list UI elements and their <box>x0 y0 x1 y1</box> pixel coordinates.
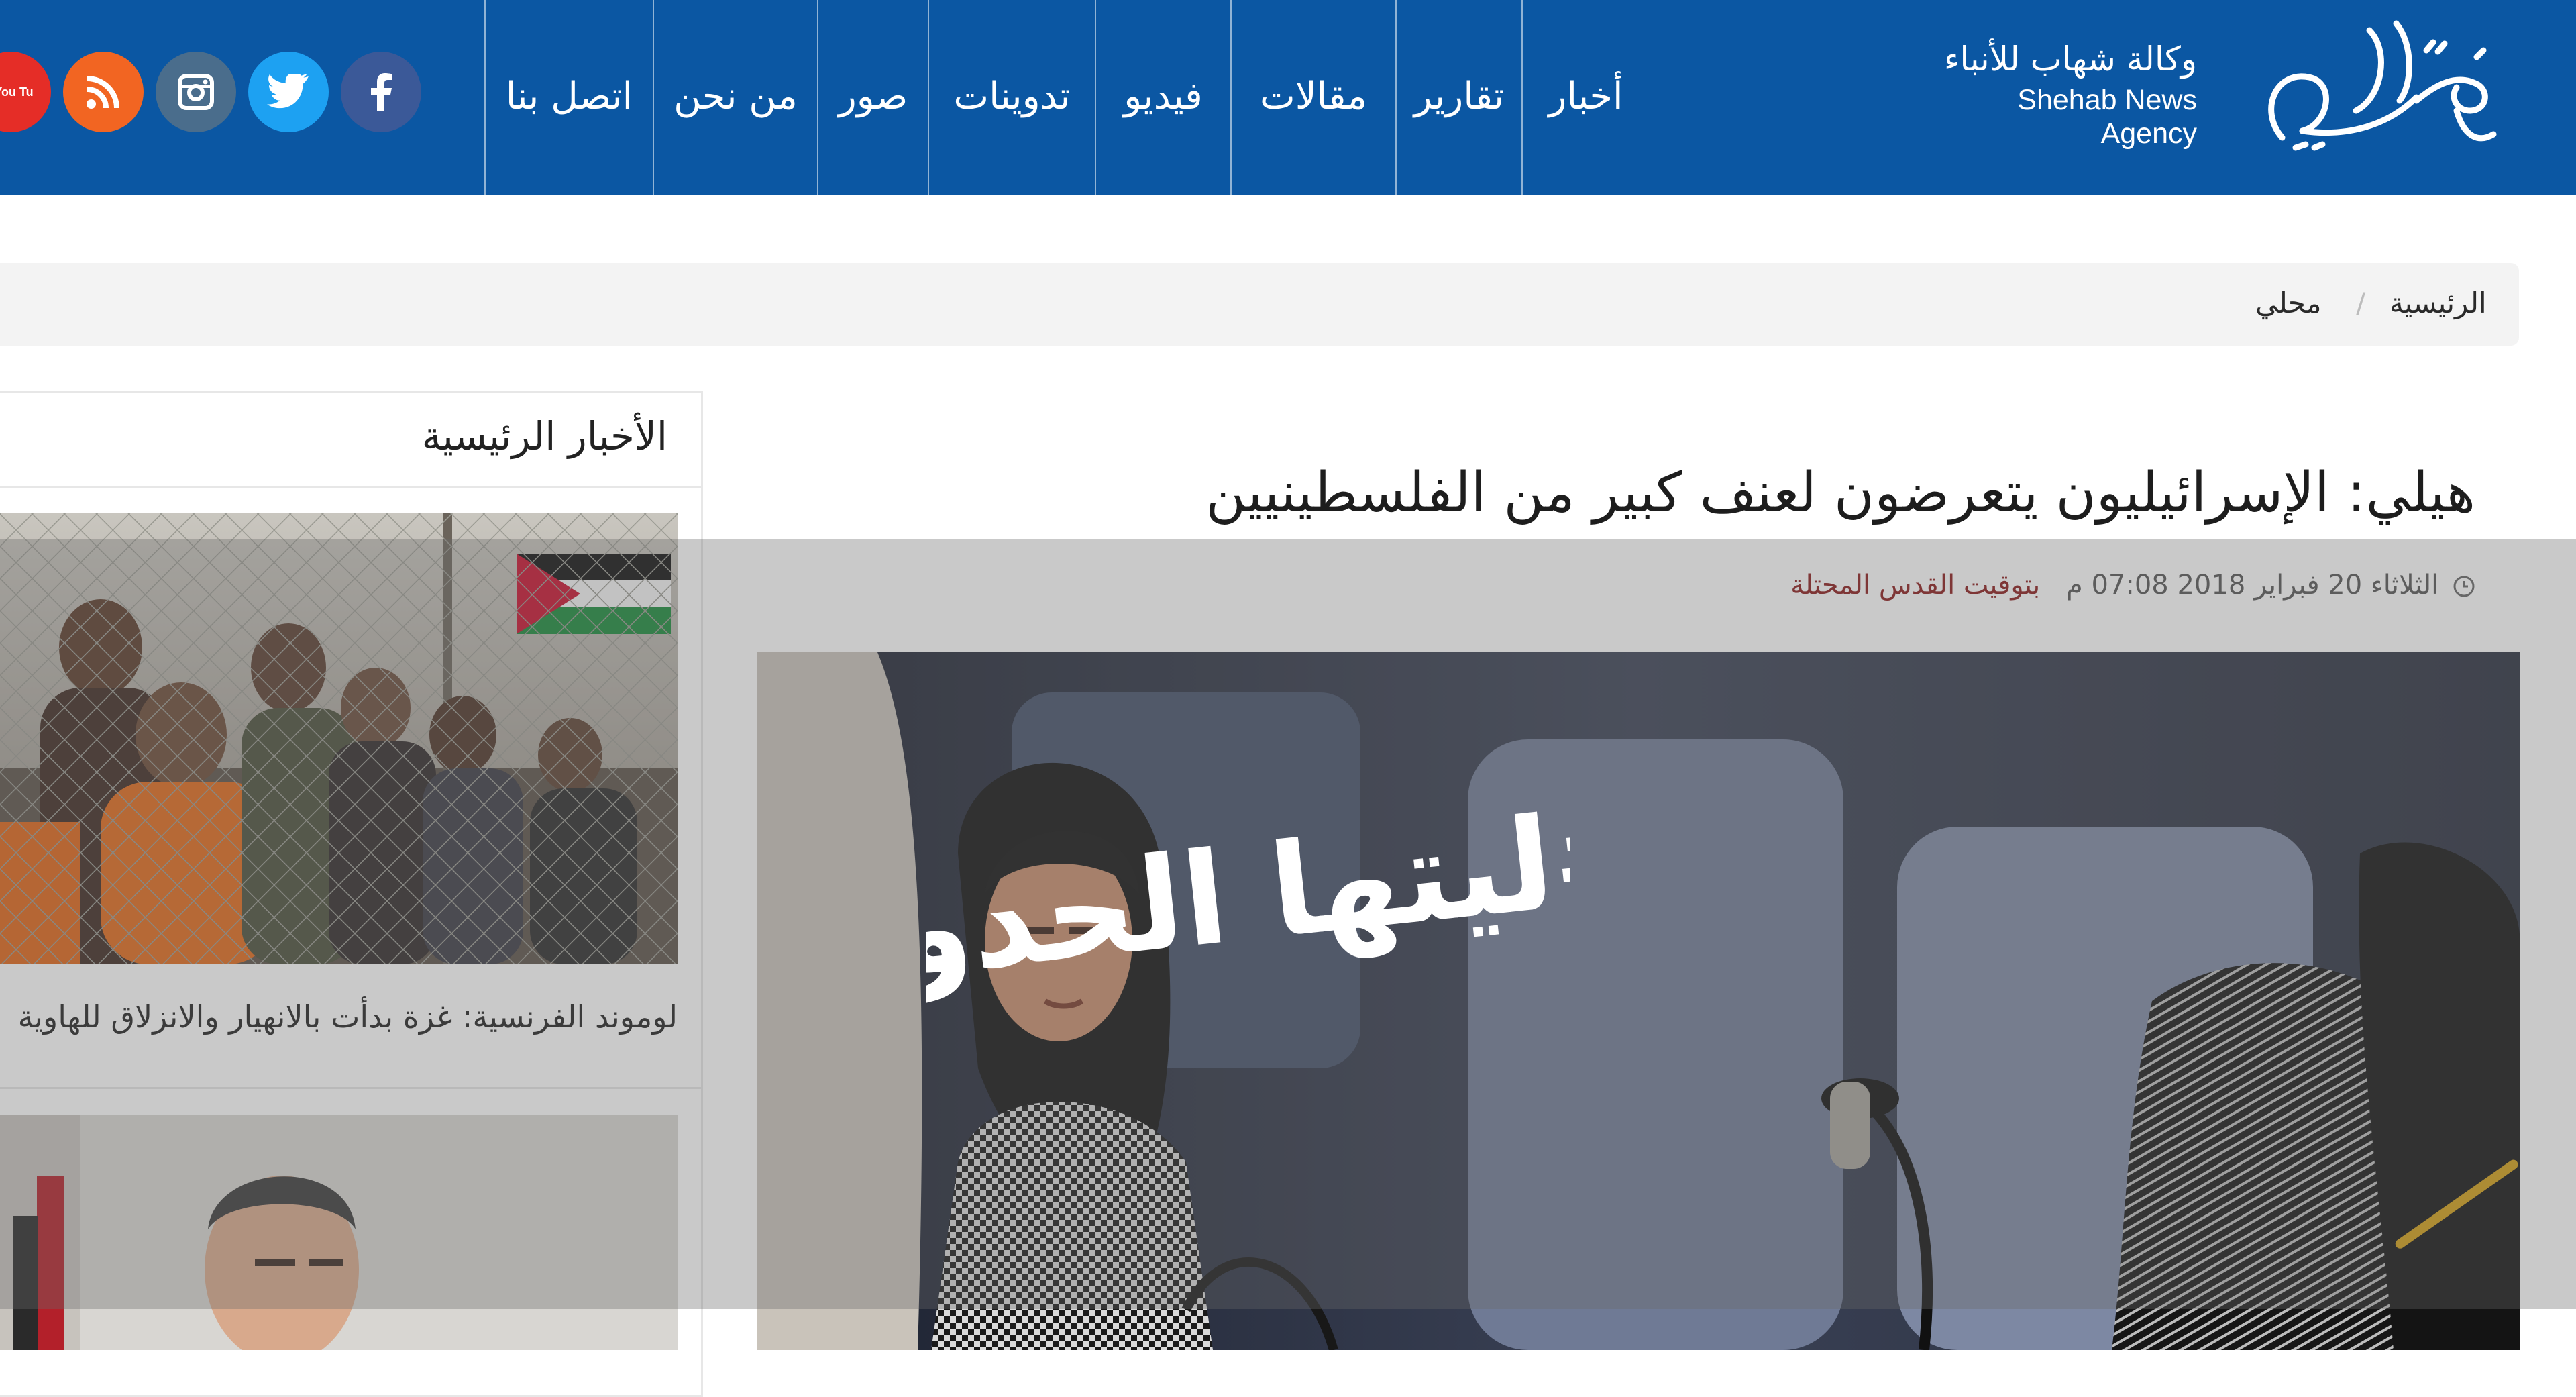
instagram-icon <box>178 74 214 110</box>
twitter-button[interactable] <box>248 52 329 132</box>
nav-item-label: اتصل بنا <box>505 74 633 118</box>
sidebar-title: الأخبار الرئيسية <box>421 413 667 459</box>
nav-item-video[interactable]: فيديو <box>1095 0 1230 195</box>
nav-item-label: أخبار <box>1548 74 1623 118</box>
breadcrumb-current[interactable]: محلي <box>2255 283 2322 323</box>
youtube-button[interactable]: You Tube <box>0 52 51 132</box>
facebook-icon <box>371 73 392 111</box>
facebook-button[interactable] <box>341 52 421 132</box>
nav-item-label: من نحن <box>674 74 798 118</box>
breadcrumb-home[interactable]: الرئيسية <box>2390 283 2487 323</box>
youtube-icon: You Tube <box>0 85 34 99</box>
campaign-hashtag: #ليتها الحدود <box>926 778 1570 1015</box>
rss-button[interactable] <box>63 52 144 132</box>
sidebar-title-divider <box>0 486 702 488</box>
twitter-icon <box>267 74 309 109</box>
nav-item-label: مقالات <box>1259 74 1368 118</box>
nav-item-label: تدوينات <box>953 74 1071 118</box>
campaign-hashtag-artwork: #ليتها الحدود <box>926 778 1570 1015</box>
nav-item-contact[interactable]: اتصل بنا <box>484 0 653 195</box>
nav-item-photos[interactable]: صور <box>817 0 928 195</box>
breadcrumb-separator: / <box>2356 287 2366 319</box>
brand-name-english: Shehab News Agency <box>2017 84 2197 150</box>
rss-icon <box>87 76 119 109</box>
nav-item-about[interactable]: من نحن <box>653 0 817 195</box>
instagram-button[interactable] <box>156 52 236 132</box>
article-title: هيلي: الإسرائيليون يتعرضون لعنف كبير من … <box>1205 461 2475 525</box>
nav-item-label: تقارير <box>1413 74 1505 118</box>
nav-item-reports[interactable]: تقارير <box>1395 0 1521 195</box>
nav-item-label: صور <box>838 74 908 118</box>
site-header: وكالة شهاب للأنباء Shehab News Agency أخ… <box>0 0 2576 195</box>
shehab-logo[interactable] <box>2255 10 2505 164</box>
nav-item-news[interactable]: أخبار <box>1521 0 1649 195</box>
breadcrumb: الرئيسية / محلي <box>0 263 2519 346</box>
youtube-wordmark: You Tube <box>0 85 34 99</box>
nav-item-label: فيديو <box>1124 74 1203 118</box>
nav-item-blogs[interactable]: تدوينات <box>928 0 1095 195</box>
brand-name-arabic: وكالة شهاب للأنباء <box>1943 40 2197 79</box>
nav-item-articles[interactable]: مقالات <box>1230 0 1395 195</box>
